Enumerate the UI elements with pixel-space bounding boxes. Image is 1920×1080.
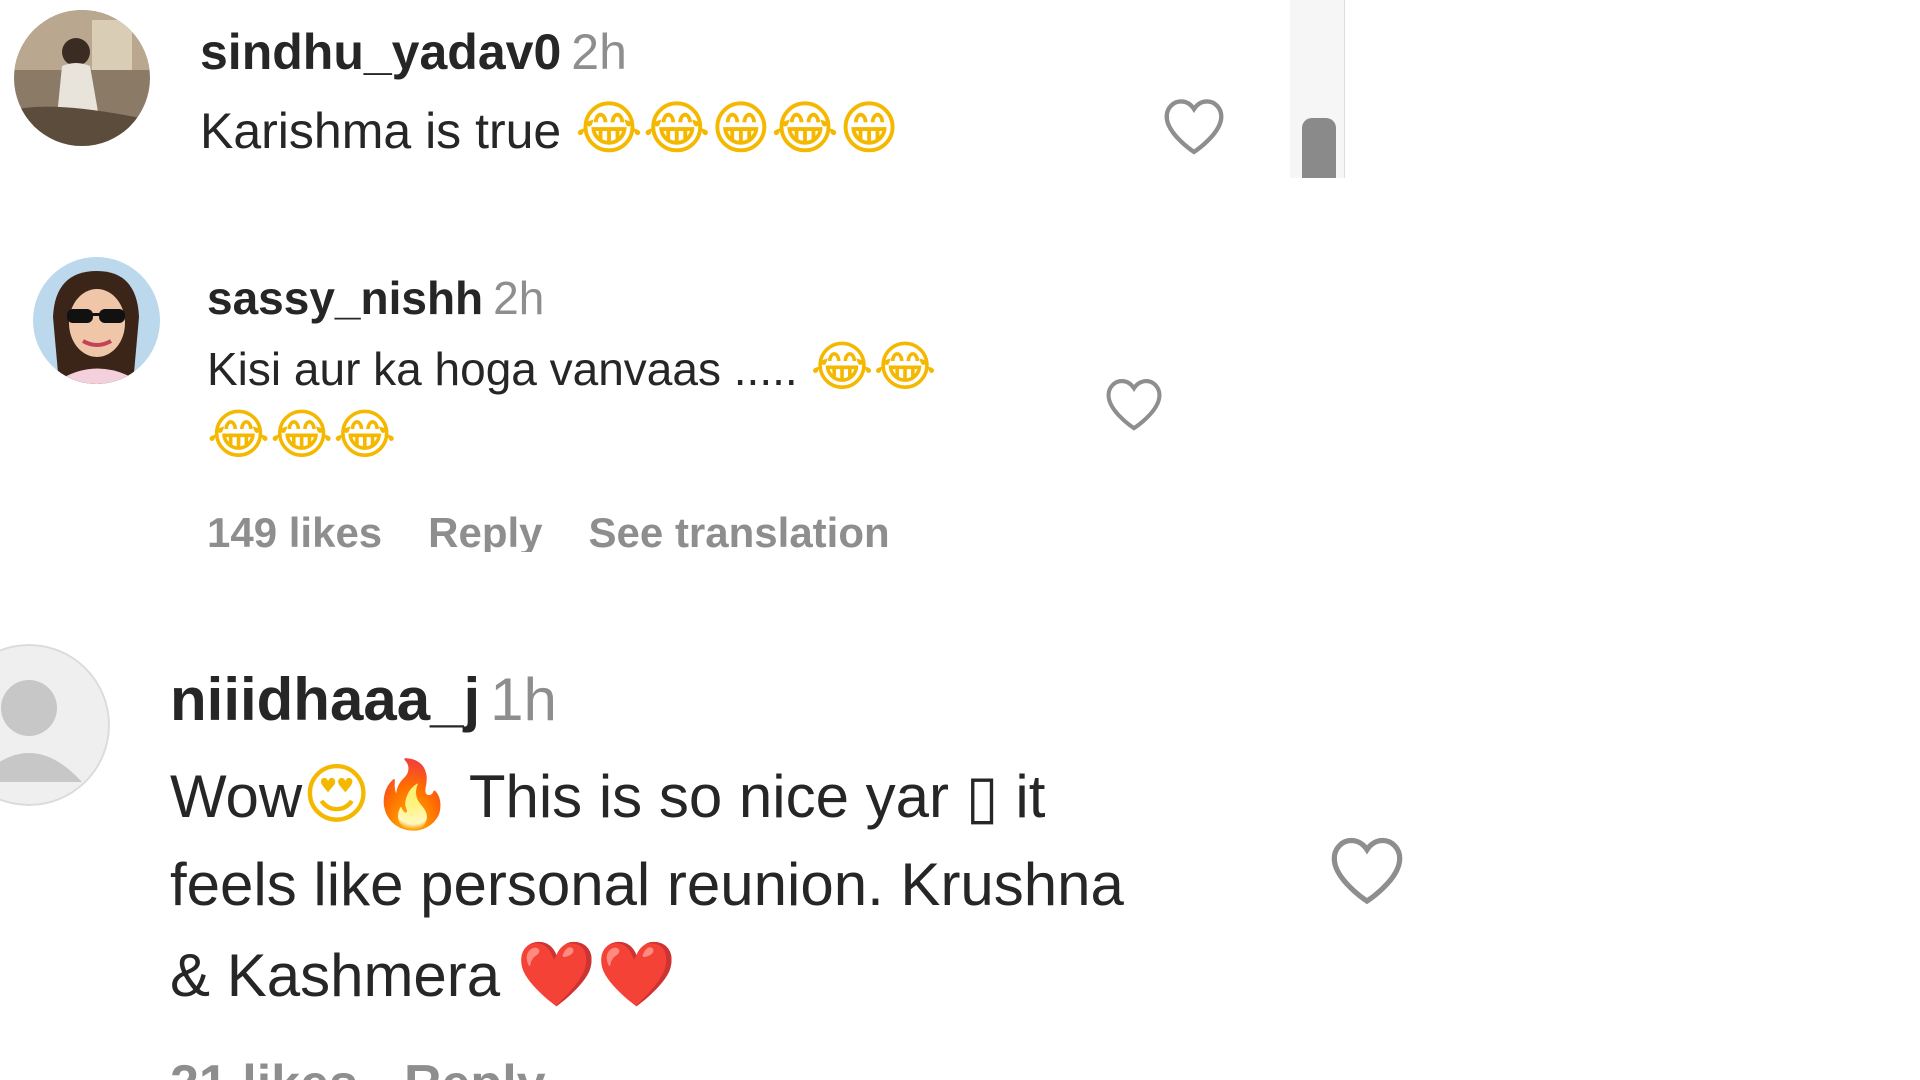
comment-time: 1h [490, 666, 557, 733]
see-translation-link[interactable]: See translation [589, 509, 890, 552]
reply-button[interactable]: Reply [428, 509, 542, 552]
comment-username[interactable]: sassy_nishh 2h [207, 270, 544, 326]
fire-emoji: 🔥 [371, 756, 454, 833]
heart-eyes-emoji: 😍 [302, 756, 372, 833]
comment-emojis: 😂😂 [810, 335, 937, 398]
comment-text: Karishma is true 😂😂😁😂😁 [200, 97, 899, 162]
comment-text-line-3: & Kashmera ❤️❤️ [170, 932, 676, 1019]
comment-body: Wow [170, 763, 303, 830]
comment-time: 2h [571, 24, 627, 80]
username-text[interactable]: niiidhaaa_j [170, 666, 480, 733]
reply-button[interactable]: Reply [404, 1055, 546, 1080]
comment-text: Kisi aur ka hoga vanvaas ..... 😂😂 [207, 338, 937, 398]
comment-body: Karishma is true [200, 103, 562, 159]
heart-outline-icon [1106, 379, 1162, 431]
comment-body-end: it [998, 763, 1046, 830]
heart-outline-icon [1164, 99, 1224, 155]
likes-count[interactable]: 149 likes [207, 509, 382, 552]
avatar[interactable] [33, 257, 160, 384]
comment-panel-3: niiidhaaa_j 1h Wow😍🔥 This is so nice yar … [0, 552, 1486, 1080]
comment-username[interactable]: sindhu_yadav0 2h [200, 22, 627, 82]
avatar-photo-icon [14, 10, 150, 146]
comment-body: & Kashmera [170, 942, 517, 1009]
heart-outline-icon [1331, 837, 1403, 905]
avatar[interactable] [0, 644, 110, 806]
default-user-icon [0, 644, 110, 806]
comment-body-mid: This is so nice yar [453, 763, 966, 830]
comment-emojis: 😂😂😂 [207, 403, 397, 466]
likes-count[interactable]: 21 likes [170, 1055, 358, 1080]
avatar[interactable] [14, 10, 150, 146]
comment-username[interactable]: niiidhaaa_j 1h [170, 664, 557, 736]
comment-actions: 21 likes Reply [170, 1054, 592, 1080]
red-heart-emojis: ❤️❤️ [516, 938, 677, 1012]
comment-actions: 149 likes Reply See translation [207, 508, 936, 552]
comment-panel-1: sindhu_yadav0 2h Karishma is true 😂😂😁😂😁 [0, 0, 1345, 178]
avatar-photo-icon [33, 257, 160, 384]
missing-glyph: ▯ [965, 762, 999, 832]
comment-emojis: 😂😂😁😂😁 [575, 94, 900, 162]
scrollbar-thumb[interactable] [1302, 118, 1336, 178]
like-button[interactable] [1326, 834, 1408, 906]
like-button[interactable] [1103, 376, 1165, 432]
like-button[interactable] [1160, 96, 1228, 156]
username-text[interactable]: sindhu_yadav0 [200, 24, 561, 80]
comment-time: 2h [493, 272, 545, 324]
comment-panel-2: sassy_nishh 2h Kisi aur ka hoga vanvaas .… [0, 178, 1222, 552]
comment-text-line-2: 😂😂😂 [207, 406, 396, 466]
comment-body: feels like personal reunion. Krushna [170, 851, 1124, 918]
comment-text: Wow😍🔥 This is so nice yar ▯ it [170, 752, 1045, 840]
comments-screenshot: sindhu_yadav02h Karishma is true 😂😂😁😂😁 [0, 0, 1920, 1080]
username-text[interactable]: sassy_nishh [207, 272, 483, 324]
comment-text-line-2: feels like personal reunion. Krushna [170, 842, 1124, 928]
comment-body: Kisi aur ka hoga vanvaas ..... [207, 343, 798, 395]
